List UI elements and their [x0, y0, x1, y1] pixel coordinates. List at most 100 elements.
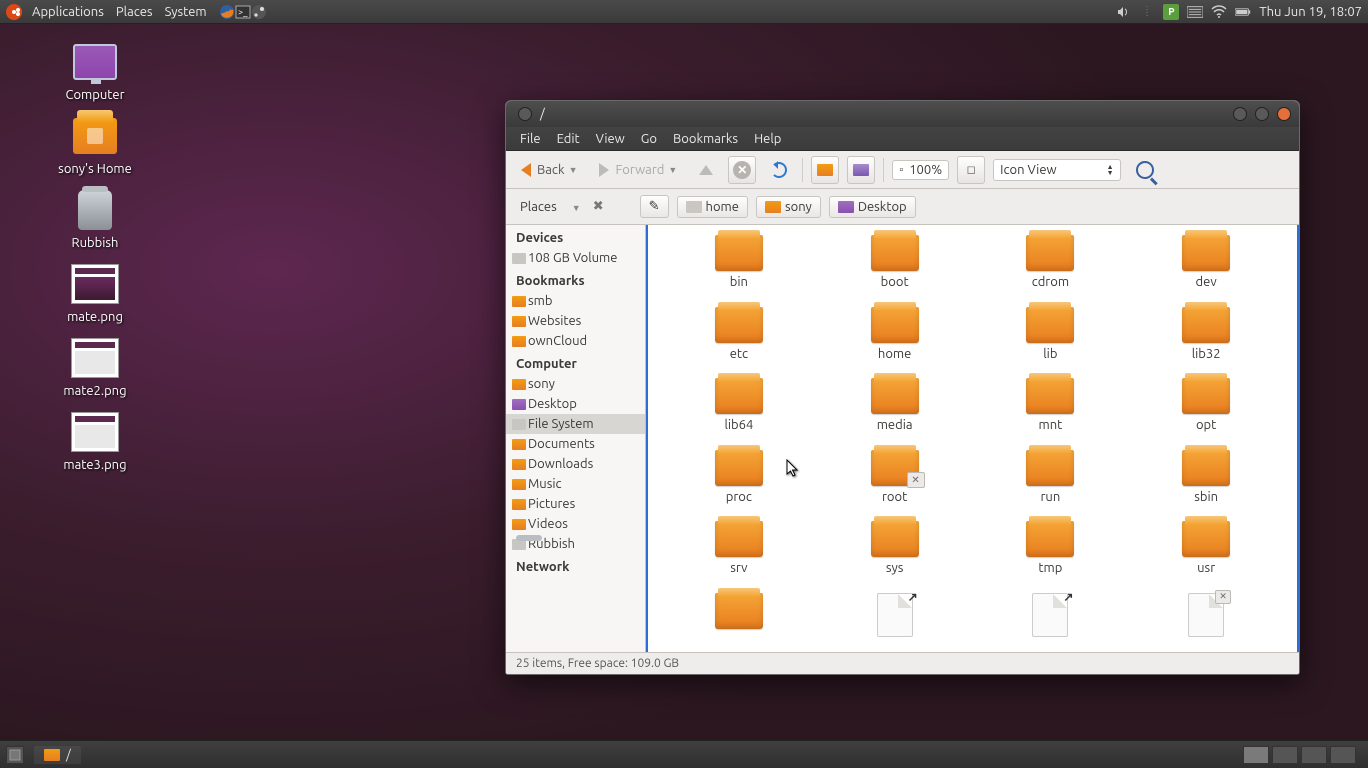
folder-sbin[interactable]: sbin: [1133, 450, 1279, 510]
folder-lib32[interactable]: lib32: [1133, 307, 1279, 367]
folder-icon: [715, 593, 763, 629]
folder-tmp[interactable]: tmp: [978, 521, 1124, 581]
sidebar-item-videos[interactable]: Videos: [506, 514, 645, 534]
sidebar-item-documents[interactable]: Documents: [506, 434, 645, 454]
titlebar[interactable]: /: [506, 101, 1299, 127]
minimize-button[interactable]: [1233, 107, 1247, 121]
battery-icon[interactable]: [1235, 4, 1251, 20]
menu-view[interactable]: View: [588, 132, 633, 146]
sidebar-selector[interactable]: Places ▼: [514, 197, 587, 217]
reload-button[interactable]: [764, 156, 794, 184]
home-button[interactable]: [811, 156, 839, 184]
taskbar-label: /: [66, 748, 71, 762]
menu-bookmarks[interactable]: Bookmarks: [665, 132, 746, 146]
stop-button[interactable]: ✕: [728, 156, 756, 184]
p-indicator-icon[interactable]: P: [1163, 4, 1179, 20]
terminal-icon[interactable]: >_: [235, 4, 251, 20]
sidebar-item-downloads[interactable]: Downloads: [506, 454, 645, 474]
up-button[interactable]: [692, 156, 720, 184]
menu-help[interactable]: Help: [746, 132, 789, 146]
folder-sys[interactable]: sys: [822, 521, 968, 581]
folder-run[interactable]: run: [978, 450, 1124, 510]
sidebar-item-smb[interactable]: smb: [506, 291, 645, 311]
item-partial[interactable]: [666, 593, 812, 643]
menu-applications[interactable]: Applications: [26, 5, 110, 19]
forward-button[interactable]: Forward ▼: [592, 156, 684, 184]
zoom-out-icon[interactable]: ▫: [899, 164, 903, 176]
sidebar-item-pictures[interactable]: Pictures: [506, 494, 645, 514]
desktop-icon-computer[interactable]: Computer: [40, 40, 150, 102]
sidebar-item-desktop[interactable]: Desktop: [506, 394, 645, 414]
folder-label: home: [878, 347, 911, 361]
volume-icon[interactable]: [1115, 4, 1131, 20]
folder-media[interactable]: media: [822, 378, 968, 438]
folder-lib64[interactable]: lib64: [666, 378, 812, 438]
breadcrumb-desktop[interactable]: Desktop: [829, 196, 916, 218]
menu-go[interactable]: Go: [633, 132, 665, 146]
sidebar-item-file-system[interactable]: File System: [506, 414, 645, 434]
desktop-icon-mate3[interactable]: mate3.png: [40, 410, 150, 472]
sidebar-item-websites[interactable]: Websites: [506, 311, 645, 331]
show-desktop-button[interactable]: [6, 746, 24, 764]
folder-bin[interactable]: bin: [666, 235, 812, 295]
sidebar-item-sony[interactable]: sony: [506, 374, 645, 394]
menu-system[interactable]: System: [159, 5, 213, 19]
zoom-control[interactable]: ▫ 100%: [892, 160, 949, 180]
desktop-icon-mate[interactable]: mate.png: [40, 262, 150, 324]
sidebar-item-music[interactable]: Music: [506, 474, 645, 494]
fol-icon: [512, 296, 526, 307]
folder-cdrom[interactable]: cdrom: [978, 235, 1124, 295]
workspace-switcher[interactable]: [1243, 746, 1356, 764]
folder-dev[interactable]: dev: [1133, 235, 1279, 295]
close-sidebar-icon[interactable]: ✖: [593, 199, 604, 214]
breadcrumb-sony[interactable]: sony: [756, 196, 821, 218]
desktop-icon-mate2[interactable]: mate2.png: [40, 336, 150, 398]
item-partial[interactable]: [1133, 593, 1279, 643]
icon-grid[interactable]: binbootcdromdev etc home liblib32 lib64media…: [646, 225, 1299, 652]
folder-etc[interactable]: etc: [666, 307, 812, 367]
search-button[interactable]: [1129, 156, 1161, 184]
folder-proc[interactable]: proc: [666, 450, 812, 510]
folder-root[interactable]: root: [822, 450, 968, 510]
close-button[interactable]: [1277, 107, 1291, 121]
keyboard-icon[interactable]: [1187, 4, 1203, 20]
workspace-2[interactable]: [1272, 746, 1298, 764]
item-partial[interactable]: [978, 593, 1124, 643]
menu-places[interactable]: Places: [110, 5, 159, 19]
folder-home[interactable]: home: [822, 307, 968, 367]
view-mode-select[interactable]: Icon View ▲▼: [993, 159, 1120, 181]
taskbar-item[interactable]: /: [34, 746, 81, 764]
sidebar-item-rubbish[interactable]: Rubbish: [506, 534, 645, 554]
fol-icon: [512, 439, 526, 450]
sidebar-item-owncloud[interactable]: ownCloud: [506, 331, 645, 351]
computer-button[interactable]: [847, 156, 875, 184]
edit-path-button[interactable]: ✎: [640, 195, 669, 218]
workspace-4[interactable]: [1330, 746, 1356, 764]
clock[interactable]: Thu Jun 19, 18:07: [1259, 5, 1362, 19]
folder-opt[interactable]: opt: [1133, 378, 1279, 438]
desktop-label: Rubbish: [72, 236, 119, 250]
menu-edit[interactable]: Edit: [549, 132, 588, 146]
folder-usr[interactable]: usr: [1133, 521, 1279, 581]
maximize-button[interactable]: [1255, 107, 1269, 121]
item-partial[interactable]: [822, 593, 968, 643]
image-thumbnail-icon: [71, 264, 119, 304]
back-button[interactable]: Back ▼: [514, 156, 584, 184]
steam-icon[interactable]: [251, 4, 267, 20]
desktop-icon-home[interactable]: sony's Home: [40, 114, 150, 176]
menu-file[interactable]: File: [512, 132, 549, 146]
folder-lib[interactable]: lib: [978, 307, 1124, 367]
desktop-icon-rubbish[interactable]: Rubbish: [40, 188, 150, 250]
sidebar-item-108-gb-volume[interactable]: 108 GB Volume: [506, 248, 645, 268]
folder-mnt[interactable]: mnt: [978, 378, 1124, 438]
folder-icon: [715, 450, 763, 486]
zoom-in-button[interactable]: ◻: [957, 156, 985, 184]
sidebar-heading: Devices: [506, 225, 645, 248]
folder-boot[interactable]: boot: [822, 235, 968, 295]
workspace-3[interactable]: [1301, 746, 1327, 764]
breadcrumb-home[interactable]: home: [677, 196, 748, 218]
firefox-icon[interactable]: [219, 4, 235, 20]
wifi-icon[interactable]: [1211, 4, 1227, 20]
folder-srv[interactable]: srv: [666, 521, 812, 581]
workspace-1[interactable]: [1243, 746, 1269, 764]
